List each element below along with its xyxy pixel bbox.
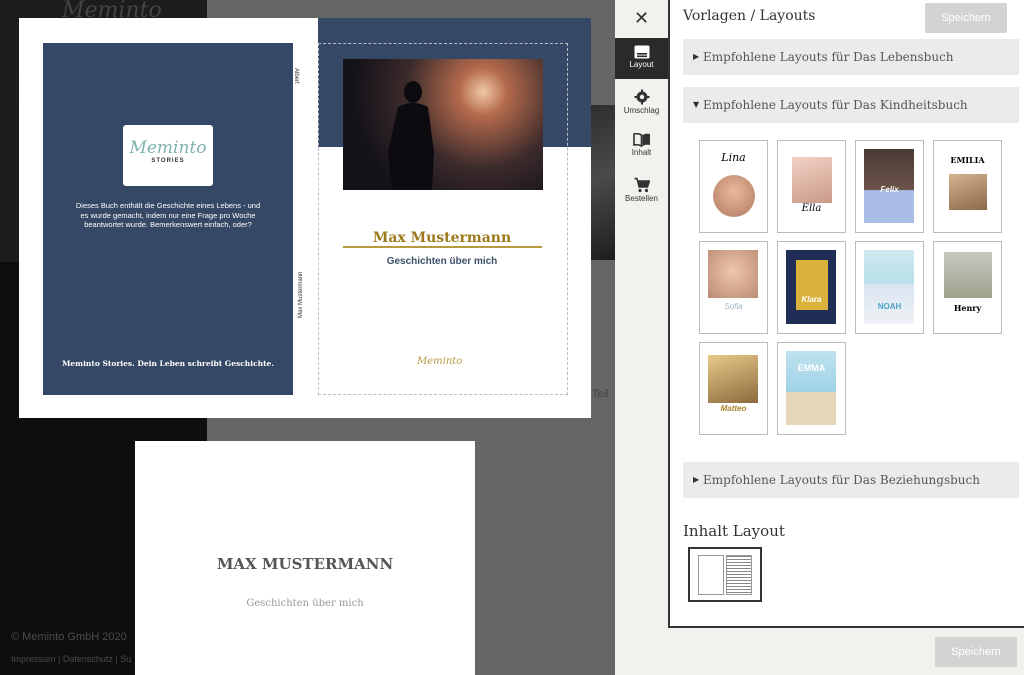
caret-right-icon: ▶ (693, 52, 700, 61)
template-klara[interactable]: Klara (777, 241, 846, 334)
back-description: Dieses Buch enthält die Geschichte eines… (75, 201, 261, 229)
template-henry[interactable]: Henry (933, 241, 1002, 334)
template-ella[interactable]: Ella (777, 140, 846, 233)
layouts-panel: Vorlagen / Layouts Speichern ▶ Empfohlen… (668, 0, 1024, 628)
spine-name: Max Mustermann (298, 271, 304, 318)
section-lebensbuch[interactable]: ▶ Empfohlene Layouts für Das Lebensbuch (683, 39, 1019, 75)
template-label: Felix (880, 185, 899, 194)
panel-title: Vorlagen / Layouts (683, 8, 816, 24)
footer-links[interactable]: Impressum | Datenschutz | Su (11, 654, 131, 664)
section-label: Empfohlene Layouts für Das Lebensbuch (703, 50, 954, 64)
editor-toolbar: ✕ Layout Umschlag Inhalt Bestellen (615, 0, 668, 675)
tab-layout[interactable]: Layout (615, 38, 668, 79)
tab-label: Bestellen (625, 194, 658, 203)
cover-title[interactable]: Max Mustermann (342, 230, 542, 246)
footer-save-button[interactable]: Speichern (935, 637, 1017, 667)
template-matteo[interactable]: Matteo (699, 342, 768, 435)
template-label: Matteo (720, 404, 747, 413)
template-sofia[interactable]: Sofia (699, 241, 768, 334)
template-photo (708, 355, 758, 403)
back-slogan: Meminto Stories. Dein Leben schreibt Ges… (62, 359, 274, 368)
template-emma[interactable]: EMMA (777, 342, 846, 435)
section-beziehungsbuch[interactable]: ▶ Empfohlene Layouts für Das Beziehungsb… (683, 462, 1019, 498)
section-label: Empfohlene Layouts für Das Beziehungsbuc… (703, 473, 980, 487)
section-kindheitsbuch[interactable]: ▼ Empfohlene Layouts für Das Kindheitsbu… (683, 87, 1019, 123)
page-preview-left (698, 555, 724, 595)
template-photo (708, 250, 758, 298)
panel-footer: Speichern (615, 628, 1024, 675)
tab-umschlag[interactable]: Umschlag (615, 82, 668, 123)
template-felix[interactable]: Felix (855, 140, 924, 233)
cover-photo[interactable] (343, 59, 543, 190)
template-photo (792, 157, 832, 203)
title-page: MAX MUSTERMANN Geschichten über mich (135, 441, 475, 675)
layout-icon (634, 45, 649, 59)
template-photo (944, 252, 992, 298)
tab-label: Layout (629, 60, 654, 69)
caret-down-icon: ▼ (693, 100, 700, 109)
template-label: EMMA (797, 363, 826, 373)
inhalt-layout-title: Inhalt Layout (683, 522, 785, 540)
background-text: Teil (592, 388, 609, 400)
cover-spread: Meminto STORIES Dieses Buch enthält die … (19, 18, 591, 418)
copyright: © Meminto GmbH 2020 (11, 631, 127, 643)
spine-first-name: Albert (293, 68, 299, 84)
cover-subtitle[interactable]: Geschichten über mich (342, 256, 542, 267)
tab-label: Umschlag (623, 106, 660, 115)
front-logo: Meminto (417, 356, 463, 367)
silhouette-image (388, 81, 434, 190)
title-page-subtitle: Geschichten über mich (246, 598, 364, 609)
back-cover: Meminto STORIES Dieses Buch enthält die … (43, 43, 293, 395)
book-icon (632, 133, 650, 147)
template-photo (949, 174, 987, 210)
logo-sub: STORIES (151, 158, 185, 164)
page-preview-right (726, 555, 752, 595)
template-photo (864, 250, 914, 324)
title-page-name: MAX MUSTERMANN (216, 555, 394, 573)
template-label: Klara (801, 295, 822, 304)
template-noah[interactable]: NOAH (855, 241, 924, 334)
template-lina[interactable]: Lina (699, 140, 768, 233)
tab-inhalt[interactable]: Inhalt (615, 126, 668, 167)
template-label: Henry (953, 303, 982, 313)
logo-script: Meminto (129, 138, 207, 158)
back-logo: Meminto STORIES (123, 125, 213, 186)
close-icon[interactable]: ✕ (615, 6, 668, 30)
section-label: Empfohlene Layouts für Das Kindheitsbuch (703, 98, 968, 112)
save-button[interactable]: Speichern (925, 3, 1007, 33)
cart-icon (634, 177, 650, 193)
inhalt-layout-option[interactable] (688, 547, 762, 602)
template-label: NOAH (877, 302, 902, 311)
template-emilia[interactable]: EMILIA (933, 140, 1002, 233)
tab-label: Inhalt (631, 148, 652, 157)
title-underline (343, 246, 542, 248)
template-label: Ella (801, 203, 822, 214)
caret-right-icon: ▶ (693, 475, 700, 484)
template-label: Lina (721, 151, 746, 164)
tab-bestellen[interactable]: Bestellen (615, 170, 668, 211)
template-photo (713, 175, 755, 217)
template-label: Sofia (724, 302, 743, 311)
gear-icon (634, 89, 649, 105)
template-label: EMILIA (950, 155, 985, 165)
